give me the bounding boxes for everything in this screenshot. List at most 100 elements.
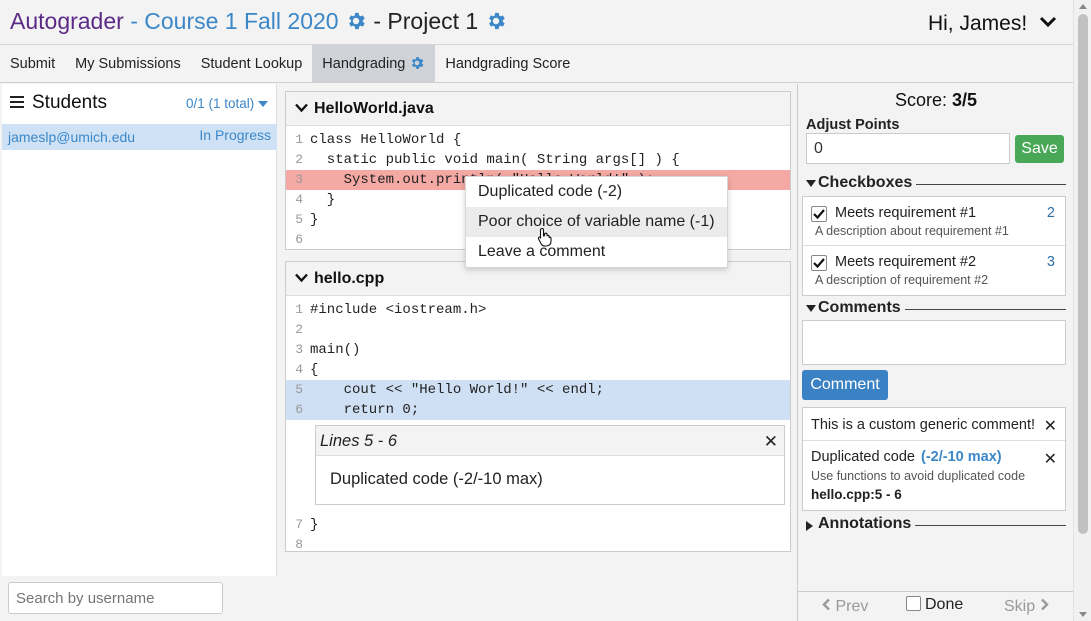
menu-item-duplicated-code[interactable]: Duplicated code (-2) bbox=[466, 177, 727, 207]
breadcrumb: Autograder - Course 1 Fall 2020 - Projec… bbox=[10, 8, 507, 38]
checkbox-list: Meets requirement #1 2 A description abo… bbox=[802, 196, 1066, 296]
students-header: Students 0/1 (1 total) bbox=[2, 84, 276, 122]
comment-item: Duplicated code (-2/-10 max) ✕ Use functi… bbox=[803, 441, 1065, 510]
line-number: 5 bbox=[295, 212, 303, 227]
line-number: 8 bbox=[295, 537, 303, 552]
page-scrollbar[interactable] bbox=[1073, 0, 1091, 621]
handgrading-settings-gear-icon[interactable] bbox=[409, 48, 425, 86]
code-text: } bbox=[310, 212, 319, 228]
line-number: 4 bbox=[295, 192, 303, 207]
code-line[interactable]: 7} bbox=[286, 515, 790, 535]
comment-button[interactable]: Comment bbox=[802, 370, 888, 400]
checkbox-item[interactable]: Meets requirement #1 2 A description abo… bbox=[803, 197, 1065, 246]
student-row[interactable]: jameslp@umich.edu In Progress bbox=[2, 124, 277, 150]
tab-my-submissions[interactable]: My Submissions bbox=[65, 45, 191, 82]
comment-item: This is a custom generic comment! ✕ bbox=[803, 408, 1065, 441]
comment-points: (-2/-10 max) bbox=[921, 449, 1002, 465]
prev-button[interactable]: Prev bbox=[822, 598, 868, 616]
comment-list: This is a custom generic comment! ✕ Dupl… bbox=[802, 407, 1066, 511]
search-input[interactable] bbox=[8, 582, 223, 614]
course-link[interactable]: - Course 1 Fall 2020 bbox=[130, 8, 338, 34]
code-text: static public void main( String args[] )… bbox=[310, 152, 680, 168]
comment-title: Duplicated code (-2/-10 max) bbox=[811, 449, 1002, 465]
comments-section-header[interactable]: Comments bbox=[804, 299, 1066, 319]
user-menu[interactable]: Hi, James! bbox=[928, 10, 1057, 36]
checkbox-checked[interactable] bbox=[811, 206, 827, 222]
checkbox-points: 2 bbox=[1046, 205, 1055, 221]
file-panel-hello-cpp: hello.cpp 1 #include <iostream.h> 2 3 main… bbox=[285, 261, 791, 552]
menu-item-poor-variable-name[interactable]: Poor choice of variable name (-1) bbox=[466, 207, 727, 237]
comment-location[interactable]: hello.cpp:5 - 6 bbox=[811, 487, 902, 502]
checkbox-name: Meets requirement #1 bbox=[835, 205, 977, 221]
close-icon[interactable]: ✕ bbox=[764, 432, 778, 452]
scroll-down-arrow-icon[interactable] bbox=[1079, 612, 1087, 617]
code-line[interactable]: 3 main() bbox=[286, 340, 790, 360]
course-settings-gear-icon[interactable] bbox=[345, 10, 367, 38]
checkbox-description: A description about requirement #1 bbox=[815, 224, 1009, 238]
tab-handgrading-label: Handgrading bbox=[322, 56, 406, 72]
students-count-dropdown[interactable]: 0/1 (1 total) bbox=[186, 96, 268, 111]
chevron-down-icon bbox=[1039, 10, 1057, 34]
code-line[interactable]: 1 class HelloWorld { bbox=[286, 130, 790, 150]
student-status: In Progress bbox=[199, 127, 271, 143]
checkbox-item[interactable]: Meets requirement #2 3 A description of … bbox=[803, 246, 1065, 295]
line-number: 2 bbox=[295, 322, 303, 337]
prev-label: Prev bbox=[835, 598, 869, 615]
close-icon[interactable]: ✕ bbox=[1044, 449, 1057, 469]
code-line[interactable]: 4{ bbox=[286, 360, 790, 380]
hamburger-icon[interactable] bbox=[10, 96, 24, 108]
annotations-section-header[interactable]: Annotations bbox=[804, 515, 1066, 535]
line-number: 1 bbox=[295, 132, 303, 147]
nav-tabs: Submit My Submissions Student Lookup Han… bbox=[0, 44, 1073, 83]
line-number: 6 bbox=[295, 402, 303, 417]
done-checkbox-box[interactable] bbox=[906, 596, 921, 611]
comment-textarea[interactable] bbox=[802, 320, 1066, 365]
code-line[interactable]: 2 bbox=[286, 320, 790, 340]
checkmark-icon bbox=[813, 209, 825, 220]
close-icon[interactable]: ✕ bbox=[1044, 416, 1057, 436]
skip-button[interactable]: Skip bbox=[1004, 598, 1049, 616]
project-settings-gear-icon[interactable] bbox=[485, 10, 507, 38]
line-number: 1 bbox=[295, 302, 303, 317]
line-number: 5 bbox=[295, 382, 303, 397]
scroll-up-arrow-icon[interactable] bbox=[1079, 4, 1087, 9]
code-line[interactable]: 1 #include <iostream.h> bbox=[286, 300, 790, 320]
file-header[interactable]: HelloWorld.java bbox=[286, 92, 790, 126]
comment-text: Duplicated code bbox=[811, 449, 915, 465]
line-number: 6 bbox=[295, 232, 303, 247]
tab-handgrading-score[interactable]: Handgrading Score bbox=[435, 45, 580, 82]
code-text: return 0; bbox=[310, 402, 420, 418]
search-area bbox=[2, 576, 277, 621]
tab-submit[interactable]: Submit bbox=[0, 45, 65, 82]
done-checkbox[interactable]: Done bbox=[906, 596, 963, 614]
app-title-link[interactable]: Autograder bbox=[10, 8, 124, 34]
tab-handgrading[interactable]: Handgrading bbox=[312, 45, 436, 82]
inline-comment: Lines 5 - 6 ✕ Duplicated code (-2/-10 ma… bbox=[315, 425, 785, 505]
code-text: class HelloWorld { bbox=[310, 132, 462, 148]
code-line-commented[interactable]: 5 cout << "Hello World!" << endl; bbox=[286, 380, 790, 400]
tab-student-lookup[interactable]: Student Lookup bbox=[191, 45, 313, 82]
save-button[interactable]: Save bbox=[1015, 135, 1064, 163]
line-number: 4 bbox=[295, 362, 303, 377]
score-value: 3/5 bbox=[952, 90, 978, 110]
code-line-commented[interactable]: 6 return 0; bbox=[286, 400, 790, 420]
student-username: jameslp@umich.edu bbox=[8, 129, 136, 145]
caret-right-icon bbox=[806, 521, 813, 531]
checkbox-name: Meets requirement #2 bbox=[835, 254, 977, 270]
adjust-points-label: Adjust Points bbox=[806, 117, 900, 133]
code-line[interactable]: 2 static public void main( String args[]… bbox=[286, 150, 790, 170]
checkbox-checked[interactable] bbox=[811, 255, 827, 271]
inline-comment-text: Duplicated code (-2/-10 max) bbox=[330, 470, 543, 488]
code-line[interactable]: 8 bbox=[286, 535, 790, 555]
checkboxes-section-header[interactable]: Checkboxes bbox=[804, 174, 1066, 194]
checkboxes-title: Checkboxes bbox=[804, 174, 917, 191]
score: Score: 3/5 bbox=[798, 90, 1074, 111]
hand-cursor-icon bbox=[537, 227, 552, 247]
line-number: 3 bbox=[295, 172, 303, 187]
adjust-points-input[interactable] bbox=[806, 133, 1010, 164]
scrollbar-thumb[interactable] bbox=[1078, 14, 1088, 534]
menu-item-leave-comment[interactable]: Leave a comment bbox=[466, 237, 727, 267]
annotations-title: Annotations bbox=[804, 515, 916, 532]
code-text: main() bbox=[310, 342, 361, 358]
inline-comment-header: Lines 5 - 6 ✕ bbox=[316, 426, 784, 456]
